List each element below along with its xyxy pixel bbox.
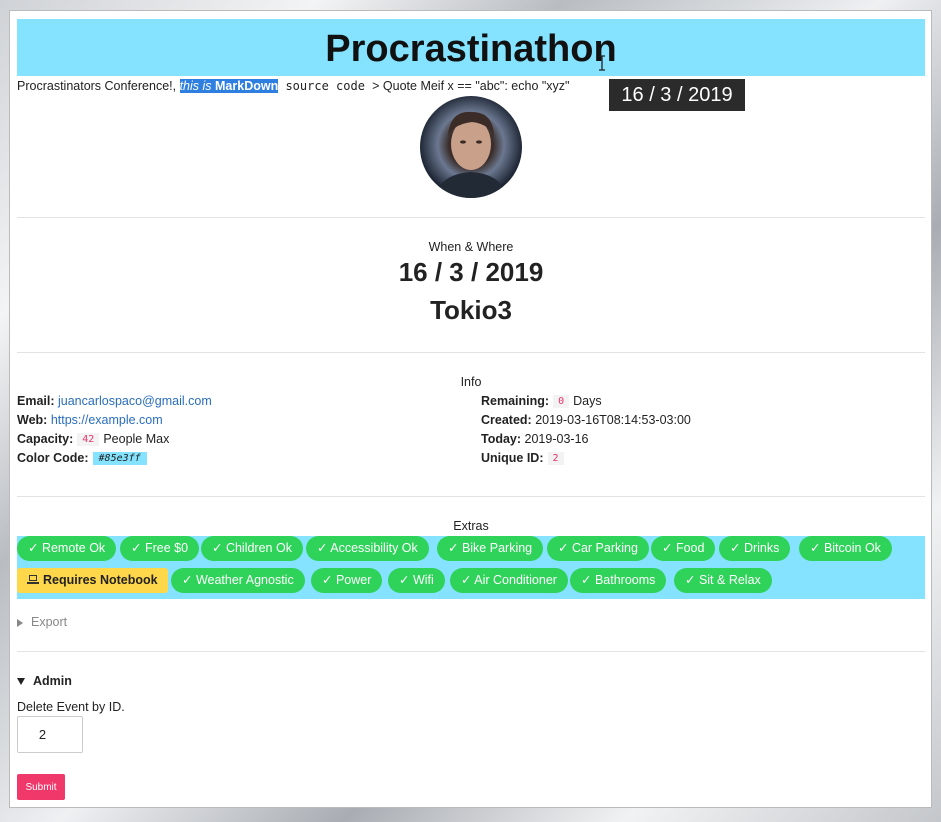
admin-toggle[interactable]: Admin <box>17 674 72 688</box>
submit-button[interactable]: Submit <box>17 774 65 800</box>
info-label: Info <box>460 375 482 389</box>
extra-chip: ✓ Power <box>311 568 383 593</box>
markdown-description: Procrastinators Conference!, this is Mar… <box>17 79 570 93</box>
extra-chip: ✓ Free $0 <box>120 536 200 561</box>
event-place: Tokio3 <box>430 295 512 325</box>
capacity-badge: 42 <box>77 433 100 447</box>
divider <box>17 352 925 353</box>
extra-chip: ✓ Bitcoin Ok <box>799 536 892 561</box>
email-link[interactable]: juancarlospaco@gmail.com <box>58 394 212 408</box>
page-title: Procrastinathon <box>325 28 617 70</box>
today-label: Today: <box>481 432 522 446</box>
extra-chip: ✓ Bike Parking <box>437 536 544 561</box>
extra-chip: ✓ Air Conditioner <box>450 568 568 593</box>
created-row: Created: 2019-03-16T08:14:53-03:00 <box>481 413 691 427</box>
requires-notebook-label: Requires Notebook <box>43 573 158 587</box>
extra-chip: ✓ Children Ok <box>201 536 303 561</box>
capacity-row: Capacity: 42 People Max <box>17 432 170 447</box>
export-toggle[interactable]: Export <box>17 615 67 629</box>
avatar-photo <box>434 111 508 198</box>
divider <box>17 217 925 218</box>
extra-chip: ✓ Sit & Relax <box>674 568 772 593</box>
event-id-input[interactable] <box>17 716 83 753</box>
event-panel: Procrastinathon Procrastinators Conferen… <box>9 10 932 808</box>
description-strong: MarkDown <box>215 79 279 93</box>
extra-chip: ✓ Bathrooms <box>570 568 667 593</box>
capacity-label: Capacity: <box>17 432 74 446</box>
text-cursor-icon <box>599 55 605 71</box>
remaining-label: Remaining: <box>481 394 550 408</box>
remaining-row: Remaining: 0 Days <box>481 394 602 409</box>
export-label: Export <box>31 615 68 629</box>
event-date: 16 / 3 / 2019 <box>398 257 544 287</box>
triangle-right-icon <box>17 618 23 627</box>
color-code-badge: #85e3ff <box>92 452 147 466</box>
extras-box: ✓ Remote Ok ✓ Free $0 ✓ Children Ok ✓ Ac… <box>17 536 925 599</box>
capacity-suffix: People Max <box>103 432 170 446</box>
web-label: Web: <box>17 413 48 427</box>
extra-chip: ✓ Wifi <box>388 568 445 593</box>
avatar <box>420 96 522 198</box>
divider <box>17 651 925 652</box>
created-label: Created: <box>481 413 532 427</box>
email-label: Email: <box>17 394 55 408</box>
created-value: 2019-03-16T08:14:53-03:00 <box>535 413 691 427</box>
extra-chip: ✓ Drinks <box>719 536 791 561</box>
extras-label: Extras <box>453 519 489 533</box>
color-label: Color Code: <box>17 451 89 465</box>
divider <box>17 496 925 497</box>
web-row: Web: https://example.com <box>17 413 163 427</box>
uid-badge: 2 <box>547 452 564 466</box>
remaining-badge: 0 <box>553 395 570 409</box>
admin-label: Admin <box>33 674 72 688</box>
extra-chip: ✓ Food <box>651 536 716 561</box>
uid-label: Unique ID: <box>481 451 544 465</box>
today-row: Today: 2019-03-16 <box>481 432 588 446</box>
extra-chip: ✓ Car Parking <box>547 536 649 561</box>
extra-chip: ✓ Accessibility Ok <box>306 536 429 561</box>
triangle-down-icon <box>17 678 25 686</box>
requires-notebook-badge: Requires Notebook <box>17 568 168 593</box>
email-row: Email: juancarlospaco@gmail.com <box>17 394 212 408</box>
web-link[interactable]: https://example.com <box>51 413 163 427</box>
delete-event-label: Delete Event by ID. <box>17 700 125 714</box>
laptop-icon <box>27 575 39 584</box>
description-suffix: > Quote Meif x == "abc": echo "xyz" <box>372 79 570 93</box>
description-prefix: Procrastinators Conference!, <box>17 79 180 93</box>
when-where-label: When & Where <box>428 240 514 254</box>
date-tooltip: 16 / 3 / 2019 <box>609 79 745 111</box>
title-bar: Procrastinathon <box>17 19 925 76</box>
description-em: this is <box>179 79 216 93</box>
extra-chip: ✓ Weather Agnostic <box>171 568 305 593</box>
uid-row: Unique ID: 2 <box>481 451 568 466</box>
extra-chip: ✓ Remote Ok <box>17 536 117 561</box>
today-value: 2019-03-16 <box>524 432 589 446</box>
description-code: source code <box>278 79 373 93</box>
color-row: Color Code: #85e3ff <box>17 451 151 466</box>
remaining-suffix: Days <box>573 394 602 408</box>
selected-text: this is MarkDown <box>179 79 279 93</box>
